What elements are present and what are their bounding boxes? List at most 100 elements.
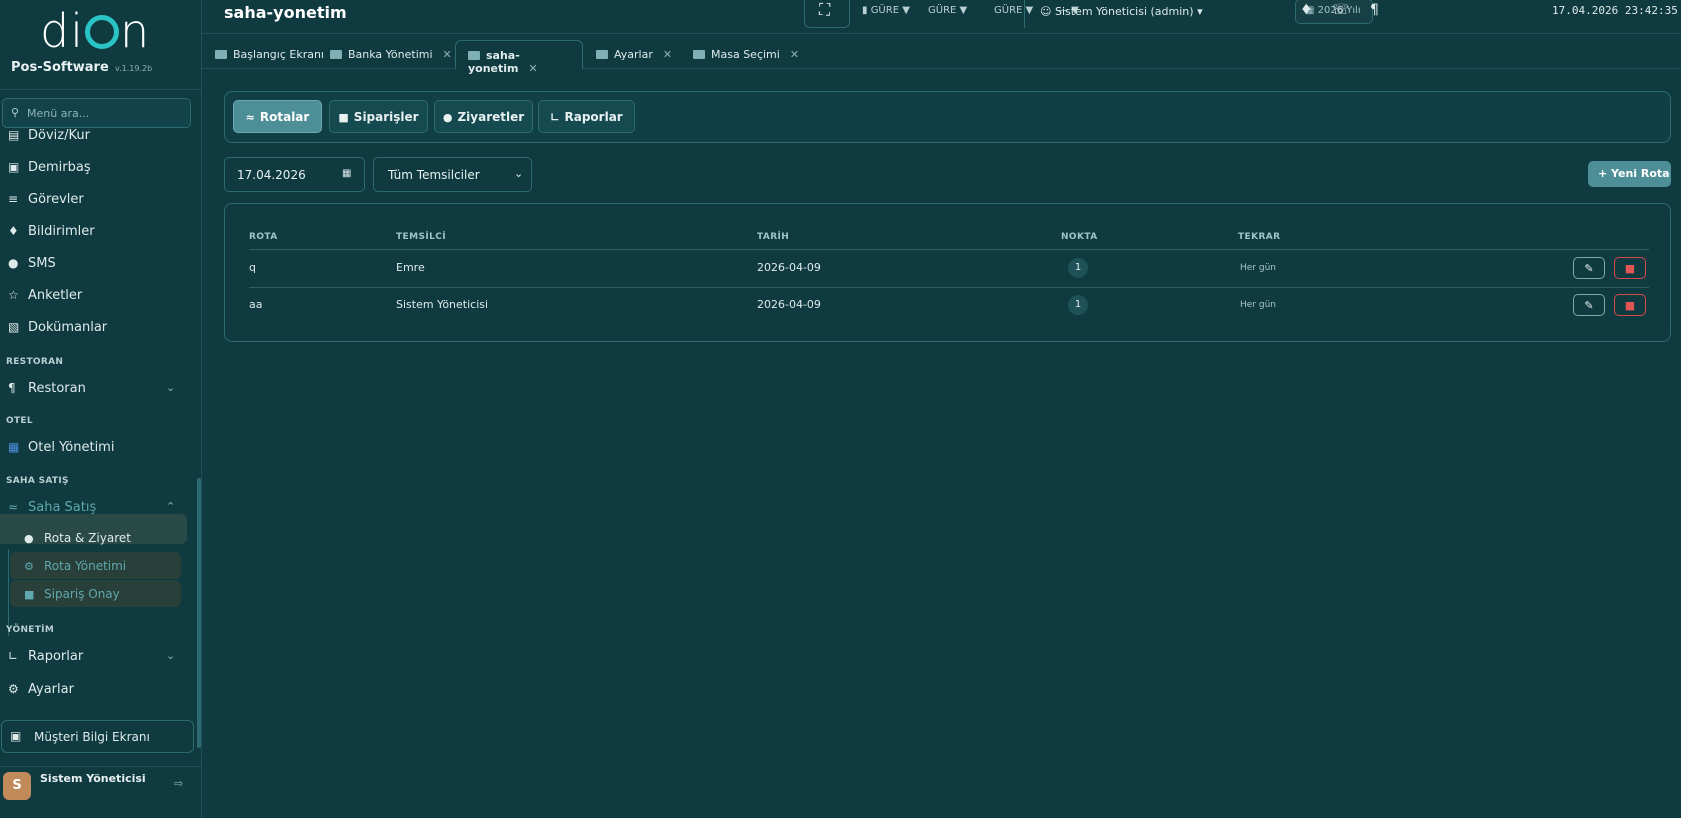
- cell-rota: aa: [249, 298, 263, 311]
- sidebar-item-restoran[interactable]: ¶ Restoran ⌄: [8, 381, 175, 405]
- nav-raporlar[interactable]: ∟ Raporlar: [538, 100, 635, 133]
- map-pin-icon: ●: [442, 111, 453, 124]
- printer-status-3[interactable]: GÜRE ▼: [994, 5, 1033, 16]
- printer-status-2[interactable]: GÜRE ▼: [928, 5, 967, 16]
- cell-tekrar: Her gün: [1240, 300, 1276, 310]
- tab-icon: [596, 50, 608, 59]
- money-icon: ▤: [8, 128, 20, 142]
- close-icon[interactable]: ✕: [529, 62, 538, 75]
- tab-icon: [468, 51, 480, 60]
- delete-button[interactable]: ■: [1614, 294, 1646, 316]
- bell-icon[interactable]: ♦: [1300, 2, 1313, 18]
- section-header-otel: OTEL: [6, 416, 33, 426]
- utensils-icon[interactable]: ¶: [1370, 2, 1379, 18]
- map-pin-icon: ●: [24, 532, 34, 545]
- customer-display-button[interactable]: ▣ Müşteri Bilgi Ekranı: [1, 720, 194, 753]
- sidebar-item-demirbas[interactable]: ▣ Demirbaş: [8, 160, 91, 184]
- tab-ayarlar[interactable]: Ayarlar ✕: [596, 40, 672, 69]
- nav-ziyaretler[interactable]: ● Ziyaretler: [434, 100, 533, 133]
- headset-icon[interactable]: ☏: [1332, 2, 1350, 18]
- product-name: Pos-Software: [11, 60, 109, 75]
- section-header-restoran: RESTORAN: [6, 357, 64, 367]
- submenu-item-siparis-onay[interactable]: ■ Sipariş Onay: [10, 580, 181, 607]
- sidebar-item-label: Raporlar: [28, 649, 84, 664]
- folder-icon: ▧: [8, 320, 20, 334]
- new-route-button[interactable]: + Yeni Rota: [1588, 161, 1671, 187]
- gears-icon: ⚙: [24, 560, 34, 573]
- sidebar-item-label: Dokümanlar: [28, 320, 108, 335]
- printer-status-1[interactable]: ▮ GÜRE ▼: [862, 5, 910, 16]
- gear-icon: ⚙: [8, 682, 19, 696]
- table-divider: [249, 287, 1649, 288]
- route-icon: ≈: [245, 111, 255, 124]
- logout-icon[interactable]: ⇨: [174, 777, 183, 790]
- calendar-icon[interactable]: ▦: [342, 168, 351, 179]
- tab-icon: [215, 50, 227, 59]
- sidebar-item-anketler[interactable]: ☆ Anketler: [8, 288, 82, 312]
- table-divider: [249, 249, 1649, 250]
- edit-icon: ✎: [1584, 299, 1594, 312]
- user-name: Sistem Yöneticisi: [40, 772, 146, 785]
- tab-baslangic[interactable]: Başlangıç Ekranı: [215, 40, 324, 69]
- chat-icon: ●: [8, 256, 19, 270]
- tab-saha-yonetim[interactable]: saha-yonetim ✕: [455, 40, 583, 75]
- nav-label: Rotalar: [259, 110, 310, 124]
- date-filter-input[interactable]: 17.04.2026 ▦: [224, 157, 365, 192]
- expand-icon: ⛶: [819, 0, 831, 19]
- sidebar-item-doviz[interactable]: ▤ Döviz/Kur: [8, 128, 90, 152]
- cell-nokta-badge: 1: [1068, 295, 1088, 315]
- topbar: saha-yonetim ⛶ ▮ GÜRE ▼ GÜRE ▼ GÜRE ▼ — …: [202, 0, 1681, 34]
- user-menu[interactable]: ☺ Sistem Yöneticisi (admin) ▾: [1040, 5, 1203, 18]
- route-icon: ≈: [8, 500, 19, 514]
- avatar[interactable]: S: [3, 772, 31, 800]
- edit-button[interactable]: ✎: [1573, 294, 1605, 316]
- tab-icon: [693, 50, 705, 59]
- user-circle-icon: ☺: [1040, 5, 1055, 18]
- chevron-down-icon: ⌄: [166, 649, 176, 662]
- menu-search-input[interactable]: ⚲ Menü ara...: [2, 98, 191, 128]
- section-header-saha: SAHA SATIŞ: [6, 476, 69, 486]
- sidebar-item-otel[interactable]: ▦ Otel Yönetimi: [8, 440, 114, 464]
- submenu-item-rota-ziyaret[interactable]: ● Rota & Ziyaret: [10, 524, 181, 551]
- hotel-icon: ▦: [8, 440, 20, 454]
- edit-button[interactable]: ✎: [1573, 257, 1605, 279]
- nav-rotalar[interactable]: ≈ Rotalar: [233, 100, 322, 133]
- date-filter-value: 17.04.2026: [237, 168, 306, 182]
- sidebar-item-dokumanlar[interactable]: ▧ Dokümanlar: [8, 320, 107, 344]
- nav-label: Siparişler: [353, 110, 419, 124]
- submenu-item-rota-yonetimi[interactable]: ⚙ Rota Yönetimi: [10, 552, 181, 579]
- representative-select[interactable]: Tüm Temsilciler ⌄: [373, 157, 532, 192]
- trash-icon: ■: [1624, 299, 1636, 312]
- sidebar-item-ayarlar[interactable]: ⚙ Ayarlar: [8, 682, 74, 706]
- close-icon[interactable]: ✕: [790, 48, 799, 61]
- section-header-yonetim: YÖNETİM: [6, 625, 55, 635]
- fullscreen-button[interactable]: ⛶: [804, 0, 850, 28]
- bank-icon: [330, 50, 342, 59]
- logo: di n: [40, 4, 150, 58]
- bell-icon: ♦: [8, 224, 19, 238]
- sidebar-item-label: Restoran: [28, 381, 86, 396]
- printer-status-label: GÜRE: [928, 5, 957, 16]
- monitor-icon: ▣: [10, 729, 22, 743]
- sidebar-item-raporlar[interactable]: ∟ Raporlar ⌄: [8, 649, 175, 673]
- sidebar-item-sms[interactable]: ● SMS: [8, 256, 56, 280]
- close-icon[interactable]: ✕: [443, 48, 452, 61]
- cell-tekrar: Her gün: [1240, 263, 1276, 273]
- user-footer: S Sistem Yöneticisi ⇨: [0, 766, 202, 818]
- sidebar-item-bildirimler[interactable]: ♦ Bildirimler: [8, 224, 95, 248]
- nav-label: Ziyaretler: [457, 110, 525, 124]
- nav-siparisler[interactable]: ■ Siparişler: [329, 100, 428, 133]
- cell-temsilci: Emre: [396, 261, 425, 274]
- tab-masa-secimi[interactable]: Masa Seçimi ✕: [693, 40, 799, 69]
- submenu-label: Rota & Ziyaret: [44, 531, 131, 545]
- tasks-icon: ≡: [8, 192, 19, 206]
- brand: di n Pos-Software v.1.19.2b: [0, 0, 201, 90]
- tab-banka[interactable]: Banka Yönetimi ✕: [330, 40, 452, 69]
- close-icon[interactable]: ✕: [663, 48, 672, 61]
- sidebar-scrollbar[interactable]: [197, 478, 201, 748]
- sidebar-item-gorevler[interactable]: ≡ Görevler: [8, 192, 84, 216]
- delete-button[interactable]: ■: [1614, 257, 1646, 279]
- column-header-tekrar: TEKRAR: [1238, 232, 1281, 242]
- search-icon: ⚲: [11, 106, 20, 119]
- sidebar-item-saha[interactable]: ≈ Saha Satış ⌃: [8, 500, 175, 524]
